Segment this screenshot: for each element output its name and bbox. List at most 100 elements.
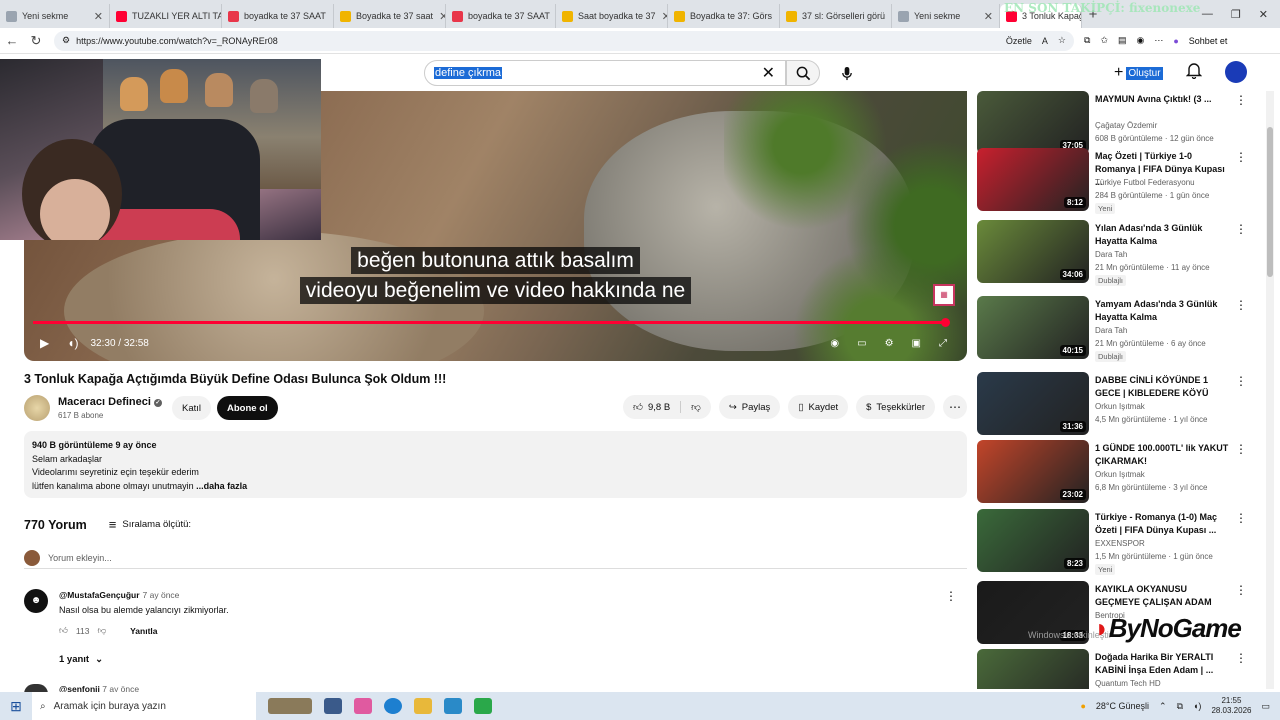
video-description[interactable]: 940 B görüntüleme 9 ay önce Selam arkada… — [24, 431, 967, 498]
notifications-button[interactable] — [1185, 62, 1203, 84]
extensions-icon[interactable]: ⧉ — [1084, 35, 1090, 46]
comment-like-icon[interactable]: 👍︎ — [59, 625, 68, 636]
sort-by-button[interactable]: Sıralama ölçütü: — [122, 519, 191, 530]
copilot-taskbar-icon[interactable] — [354, 698, 372, 714]
sort-icon[interactable]: ≡ — [109, 517, 117, 532]
recommended-video-card[interactable]: 31:36 DABBE CİNLİ KÖYÜNDE 1 GECE | KIBLED… — [977, 372, 1247, 436]
comment-time[interactable]: 7 ay önce — [143, 590, 180, 600]
video-card-channel[interactable]: Dara Tah — [1095, 326, 1127, 335]
subscribe-button[interactable]: Abone ol — [217, 396, 278, 420]
video-card-channel[interactable]: Dara Tah — [1095, 250, 1127, 259]
video-card-channel[interactable]: Quantum Tech HD — [1095, 679, 1161, 688]
reply-button[interactable]: Yanıtla — [130, 626, 157, 636]
video-thumbnail[interactable]: 40:15 — [977, 296, 1089, 359]
view-replies-button[interactable]: 1 yanıt ⌄ — [59, 654, 103, 665]
clock[interactable]: 21:55 28.03.2026 — [1211, 696, 1251, 716]
browser-tab[interactable]: Boyadka te 37 saat✕ — [334, 4, 446, 28]
chat-button[interactable]: Sohbet et — [1189, 36, 1228, 46]
clear-search-icon[interactable]: ✕ — [762, 63, 775, 83]
close-tab-icon[interactable]: ✕ — [772, 10, 779, 23]
recommended-video-card[interactable]: Doğada Harika Bir YERALTI KABİNİ İnşa Ed… — [977, 649, 1247, 689]
channel-name[interactable]: Maceracı Defineci ✓ — [58, 396, 162, 408]
video-card-menu-icon[interactable]: ⋮ — [1235, 222, 1247, 236]
recommended-video-card[interactable]: 23:02 1 GÜNDE 100.000TL' lik YAKUT ÇIKARM… — [977, 440, 1247, 504]
video-card-menu-icon[interactable]: ⋮ — [1235, 511, 1247, 525]
play-icon[interactable]: ▶ — [40, 336, 49, 350]
profile-icon[interactable]: ◉ — [1137, 35, 1145, 46]
browser-tab[interactable]: Saat boyadka te 37✕ — [556, 4, 668, 28]
taskbar-search[interactable]: ⌕ Aramak için buraya yazın — [32, 692, 256, 720]
thanks-button[interactable]: $ Teşekkürler — [856, 395, 935, 419]
miniplayer-icon[interactable]: ▣ — [912, 338, 921, 349]
video-card-menu-icon[interactable]: ⋮ — [1235, 150, 1247, 164]
save-button[interactable]: ▯ Kaydet — [788, 395, 849, 419]
site-info-icon[interactable]: ⚙ — [62, 35, 70, 46]
browser-tab[interactable]: TUZAKLI YER ALTI TA✕ — [110, 4, 222, 28]
scrubber-handle[interactable] — [941, 318, 950, 327]
scrollbar[interactable] — [1266, 91, 1274, 689]
channel-watermark-icon[interactable]: ▦ — [933, 284, 955, 306]
browser-tab[interactable]: boyadka te 37 SAAT✕ — [446, 4, 556, 28]
commenter-handle[interactable]: @MustafaGençuğur — [59, 590, 140, 600]
video-card-title[interactable]: MAYMUN Avına Çıktık! (3 ... — [1095, 93, 1233, 106]
recommended-video-card[interactable]: 34:06 Yılan Adası'nda 3 Günlük Hayatta Ka… — [977, 220, 1247, 286]
autoplay-toggle-icon[interactable]: ◉ — [830, 338, 839, 349]
video-card-channel[interactable]: Orkun Işıtmak — [1095, 402, 1145, 411]
browser-tab[interactable]: Yeni sekme ✕ — [0, 4, 110, 28]
browser-tab[interactable]: Yeni sekme ✕ — [892, 4, 1000, 28]
reload-icon[interactable]: ↻ — [24, 33, 48, 49]
share-button[interactable]: ↪ Paylaş — [718, 395, 781, 419]
close-tab-icon[interactable]: ✕ — [326, 10, 333, 23]
close-window-icon[interactable]: ✕ — [1259, 8, 1268, 21]
favorite-icon[interactable]: ☆ — [1058, 35, 1066, 46]
video-card-title[interactable]: Doğada Harika Bir YERALTI KABİNİ İnşa Ed… — [1095, 651, 1233, 677]
settings-gear-icon[interactable]: ⚙ — [885, 338, 894, 349]
video-card-menu-icon[interactable]: ⋮ — [1235, 442, 1247, 456]
video-card-channel[interactable]: Orkun Işıtmak — [1095, 470, 1145, 479]
account-avatar[interactable] — [1225, 61, 1247, 83]
tray-overflow-icon[interactable]: ⌃ — [1159, 701, 1167, 712]
video-card-menu-icon[interactable]: ⋮ — [1235, 583, 1247, 597]
dislike-button[interactable]: 👎︎ — [681, 401, 711, 413]
comment-dislike-icon[interactable]: 👎︎ — [97, 625, 106, 636]
join-button[interactable]: Katıl — [172, 396, 212, 420]
video-card-menu-icon[interactable]: ⋮ — [1235, 651, 1247, 665]
video-card-menu-icon[interactable]: ⋮ — [1235, 93, 1247, 107]
video-thumbnail[interactable] — [977, 649, 1089, 689]
video-card-title[interactable]: 1 GÜNDE 100.000TL' lik YAKUT ÇIKARMAK! — [1095, 442, 1233, 468]
volume-tray-icon[interactable]: ◖) — [1193, 701, 1201, 711]
windows-start-icon[interactable]: ⊞ — [0, 698, 32, 715]
task-view-icon[interactable] — [324, 698, 342, 714]
recommended-video-card[interactable]: 37:05 MAYMUN Avına Çıktık! (3 ... Çağatay … — [977, 91, 1247, 155]
video-card-menu-icon[interactable]: ⋮ — [1235, 298, 1247, 312]
obs-icon[interactable] — [474, 698, 492, 714]
video-card-title[interactable]: Yılan Adası'nda 3 Günlük Hayatta Kalma — [1095, 222, 1233, 248]
recommended-video-card[interactable]: 8:23 Türkiye - Romanya (1-0) Maç Özeti | … — [977, 509, 1247, 575]
maximize-icon[interactable]: ❐ — [1231, 8, 1241, 21]
favorites-icon[interactable]: ✩ — [1100, 35, 1108, 46]
close-tab-icon[interactable]: ✕ — [656, 10, 667, 23]
url-field[interactable]: ⚙ https://www.youtube.com/watch?v=_RONAy… — [54, 30, 1074, 51]
read-aloud-icon[interactable]: A — [1042, 36, 1048, 46]
collections-icon[interactable]: ▤ — [1118, 35, 1127, 46]
browser-tab[interactable]: 37 sl: Görselleri görü✕ — [780, 4, 892, 28]
copilot-icon[interactable]: ● — [1173, 36, 1178, 46]
search-input[interactable]: define çıkrma ✕ — [424, 60, 786, 86]
recommended-video-card[interactable]: 8:12 Maç Özeti | Türkiye 1-0 Romanya | FI… — [977, 148, 1247, 214]
back-icon[interactable]: ← — [0, 33, 24, 48]
video-card-title[interactable]: DABBE CİNLİ KÖYÜNDE 1 GECE | KIBLEDERE K… — [1095, 374, 1233, 400]
browser-tab[interactable]: Boyadka te 37: Görs✕ — [668, 4, 780, 28]
weather-text[interactable]: 28°C Güneşli — [1096, 701, 1149, 711]
notification-center-icon[interactable]: ▭ — [1261, 701, 1270, 712]
scrollbar-thumb[interactable] — [1267, 127, 1273, 277]
close-tab-icon[interactable]: ✕ — [88, 10, 103, 23]
more-actions-button[interactable]: ⋯ — [943, 395, 967, 419]
volume-icon[interactable]: ◖) — [67, 336, 78, 350]
captions-icon[interactable]: ▭ — [857, 338, 866, 349]
file-explorer-icon[interactable] — [414, 698, 432, 714]
close-tab-icon[interactable]: ✕ — [885, 10, 891, 23]
video-card-title[interactable]: Türkiye - Romanya (1-0) Maç Özeti | FIFA… — [1095, 511, 1233, 537]
video-thumbnail[interactable]: 31:36 — [977, 372, 1089, 435]
video-thumbnail[interactable]: 34:06 — [977, 220, 1089, 283]
add-comment-field[interactable]: Yorum ekleyin... — [24, 549, 967, 569]
